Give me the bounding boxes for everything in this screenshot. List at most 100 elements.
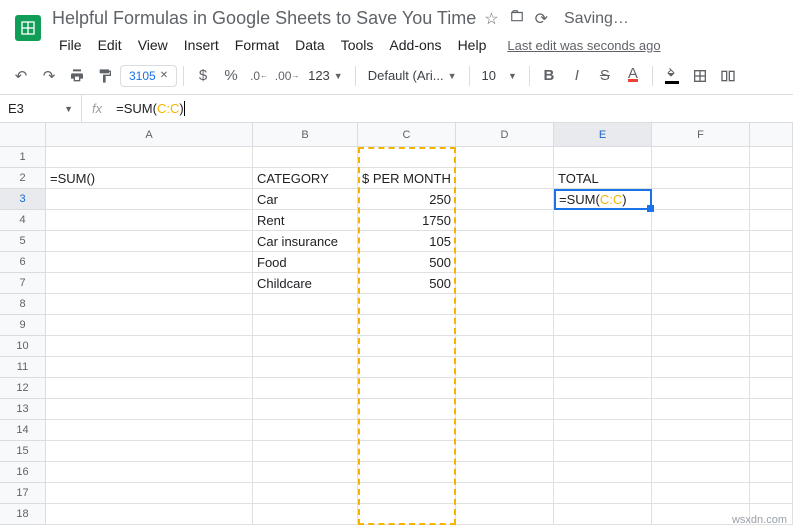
font-family-dropdown[interactable]: Default (Ari...▼	[362, 68, 463, 83]
cell-D17[interactable]	[456, 483, 554, 504]
cell-E1[interactable]	[554, 147, 652, 168]
cell-B14[interactable]	[253, 420, 358, 441]
cell-F11[interactable]	[652, 357, 750, 378]
cell-E8[interactable]	[554, 294, 652, 315]
cell-F2[interactable]	[652, 168, 750, 189]
cell-B5[interactable]: Car insurance	[253, 231, 358, 252]
cell-E17[interactable]	[554, 483, 652, 504]
increase-decimal-button[interactable]: .00→	[274, 63, 300, 89]
cell-E5[interactable]	[554, 231, 652, 252]
cell-E9[interactable]	[554, 315, 652, 336]
cell-C1[interactable]	[358, 147, 456, 168]
cell-B17[interactable]	[253, 483, 358, 504]
cell-C5[interactable]: 105	[358, 231, 456, 252]
cell-D1[interactable]	[456, 147, 554, 168]
cell-D11[interactable]	[456, 357, 554, 378]
cell-C4[interactable]: 1750	[358, 210, 456, 231]
cell-F9[interactable]	[652, 315, 750, 336]
cell-C3[interactable]: 250	[358, 189, 456, 210]
row-header[interactable]: 12	[0, 378, 46, 399]
cell-D10[interactable]	[456, 336, 554, 357]
cell-C7[interactable]: 500	[358, 273, 456, 294]
cell-G8[interactable]	[750, 294, 793, 315]
cell-F4[interactable]	[652, 210, 750, 231]
row-header[interactable]: 16	[0, 462, 46, 483]
cell-B2[interactable]: CATEGORY	[253, 168, 358, 189]
cell-F8[interactable]	[652, 294, 750, 315]
cell-B10[interactable]	[253, 336, 358, 357]
cell-G3[interactable]	[750, 189, 793, 210]
cell-A13[interactable]	[46, 399, 253, 420]
col-header-extra[interactable]	[750, 123, 793, 146]
cell-D2[interactable]	[456, 168, 554, 189]
active-cell-E3[interactable]: =SUM(C:C)	[554, 189, 652, 210]
col-header-D[interactable]: D	[456, 123, 554, 146]
cell-G17[interactable]	[750, 483, 793, 504]
row-header[interactable]: 18	[0, 504, 46, 525]
fill-color-button[interactable]	[659, 63, 685, 89]
sheets-logo[interactable]	[8, 8, 48, 48]
cell-F6[interactable]	[652, 252, 750, 273]
cell-D6[interactable]	[456, 252, 554, 273]
cell-F3[interactable]	[652, 189, 750, 210]
cell-B8[interactable]	[253, 294, 358, 315]
cell-E7[interactable]	[554, 273, 652, 294]
bold-button[interactable]: B	[536, 63, 562, 89]
cell-B15[interactable]	[253, 441, 358, 462]
cell-B7[interactable]: Childcare	[253, 273, 358, 294]
col-header-F[interactable]: F	[652, 123, 750, 146]
menu-tools[interactable]: Tools	[334, 33, 381, 57]
menu-edit[interactable]: Edit	[91, 33, 129, 57]
cell-D8[interactable]	[456, 294, 554, 315]
cell-B1[interactable]	[253, 147, 358, 168]
row-header[interactable]: 9	[0, 315, 46, 336]
print-button[interactable]	[64, 63, 90, 89]
cell-C16[interactable]	[358, 462, 456, 483]
cell-C12[interactable]	[358, 378, 456, 399]
cell-G2[interactable]	[750, 168, 793, 189]
cell-E13[interactable]	[554, 399, 652, 420]
currency-button[interactable]: $	[190, 63, 216, 89]
cell-A6[interactable]	[46, 252, 253, 273]
menu-data[interactable]: Data	[288, 33, 332, 57]
cell-F5[interactable]	[652, 231, 750, 252]
cell-C2[interactable]: $ PER MONTH	[358, 168, 456, 189]
cell-G10[interactable]	[750, 336, 793, 357]
cell-A2[interactable]: =SUM()	[46, 168, 253, 189]
cell-D4[interactable]	[456, 210, 554, 231]
cell-D5[interactable]	[456, 231, 554, 252]
cell-G15[interactable]	[750, 441, 793, 462]
row-header[interactable]: 3	[0, 189, 46, 210]
cell-C13[interactable]	[358, 399, 456, 420]
font-size-dropdown[interactable]: 10▼	[476, 68, 523, 83]
cell-F15[interactable]	[652, 441, 750, 462]
cell-A14[interactable]	[46, 420, 253, 441]
cell-A4[interactable]	[46, 210, 253, 231]
menu-help[interactable]: Help	[451, 33, 494, 57]
cell-A17[interactable]	[46, 483, 253, 504]
cell-E14[interactable]	[554, 420, 652, 441]
cell-G12[interactable]	[750, 378, 793, 399]
row-header[interactable]: 6	[0, 252, 46, 273]
cell-C17[interactable]	[358, 483, 456, 504]
row-header[interactable]: 4	[0, 210, 46, 231]
cell-D18[interactable]	[456, 504, 554, 525]
cell-E2[interactable]: TOTAL	[554, 168, 652, 189]
col-header-C[interactable]: C	[358, 123, 456, 146]
cell-E12[interactable]	[554, 378, 652, 399]
cell-G16[interactable]	[750, 462, 793, 483]
cell-G11[interactable]	[750, 357, 793, 378]
cell-A5[interactable]	[46, 231, 253, 252]
row-header[interactable]: 15	[0, 441, 46, 462]
row-header[interactable]: 14	[0, 420, 46, 441]
cell-F13[interactable]	[652, 399, 750, 420]
cell-B18[interactable]	[253, 504, 358, 525]
cell-E11[interactable]	[554, 357, 652, 378]
cell-C8[interactable]	[358, 294, 456, 315]
cell-E18[interactable]	[554, 504, 652, 525]
cell-A9[interactable]	[46, 315, 253, 336]
cell-D16[interactable]	[456, 462, 554, 483]
row-header[interactable]: 8	[0, 294, 46, 315]
cell-A18[interactable]	[46, 504, 253, 525]
cell-A11[interactable]	[46, 357, 253, 378]
